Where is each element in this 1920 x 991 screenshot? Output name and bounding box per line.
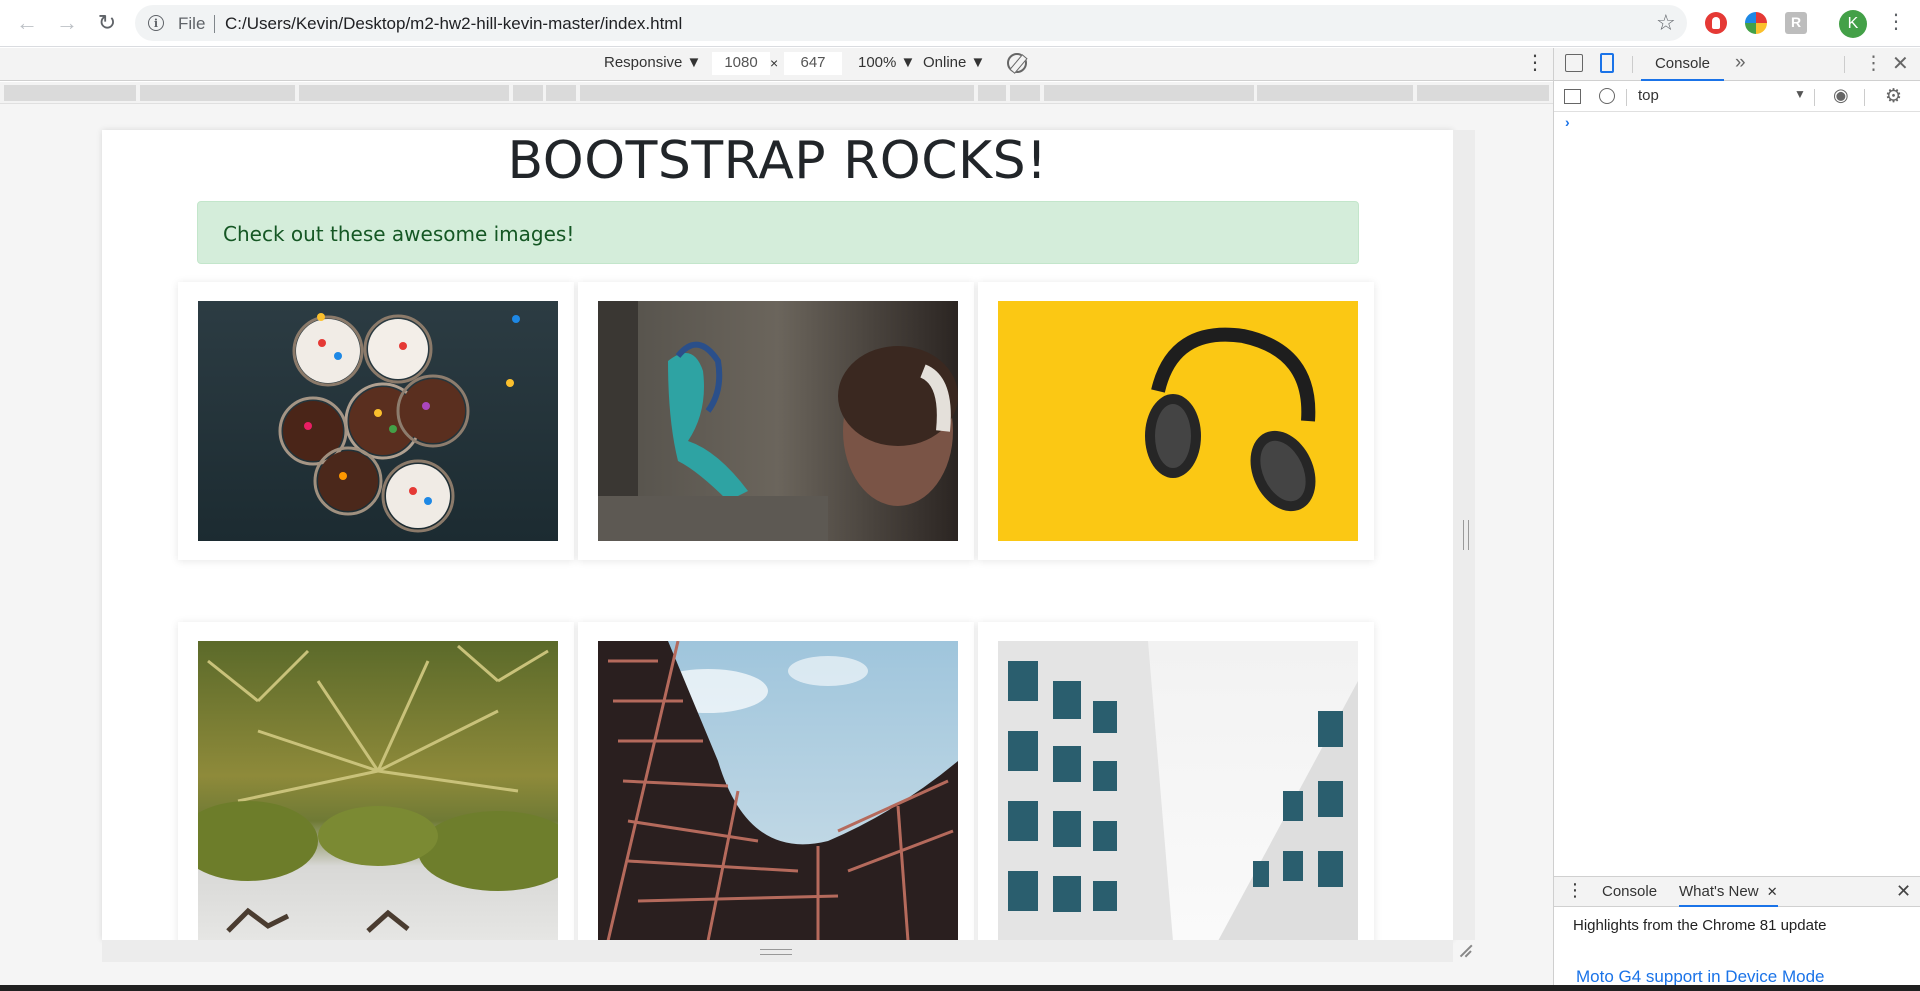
- devtools-tab-bar: Console » ⋮ ✕: [1554, 48, 1920, 81]
- media-query-segment[interactable]: [4, 85, 136, 101]
- media-query-segment[interactable]: [140, 85, 295, 101]
- device-toggle-icon[interactable]: [1600, 53, 1614, 73]
- taskbar-edge: [0, 985, 1920, 991]
- palms-image: [198, 641, 558, 940]
- eye-icon[interactable]: ◉: [1833, 85, 1849, 106]
- media-query-segment[interactable]: [1044, 85, 1254, 101]
- image-card: [978, 282, 1374, 560]
- profile-avatar[interactable]: K: [1839, 10, 1867, 38]
- height-input[interactable]: 647: [784, 52, 842, 75]
- forward-arrow-icon[interactable]: →: [53, 9, 81, 37]
- settings-icon[interactable]: ⚙: [1885, 85, 1902, 108]
- drawer-tab-bar: ⋮ Console What's New ✕ ✕: [1554, 877, 1920, 907]
- image-card: [578, 622, 974, 940]
- drawer-tab-console[interactable]: Console: [1602, 883, 1657, 900]
- media-query-segment[interactable]: [1010, 85, 1040, 101]
- building-curve-illustration: [598, 641, 958, 940]
- viewport-bottom-resize-handle[interactable]: [102, 940, 1453, 962]
- headphones-illustration: [1145, 327, 1316, 512]
- cupcakes-image: [198, 301, 558, 541]
- viewport-corner-resize-handle[interactable]: [1456, 943, 1472, 959]
- url-scheme: File: [178, 14, 206, 33]
- building-curve-image: [598, 641, 958, 940]
- rotate-icon[interactable]: [1007, 53, 1027, 73]
- devtools-drawer: ⋮ Console What's New ✕ ✕ Highlights from…: [1554, 876, 1920, 991]
- drawer-menu-icon[interactable]: ⋮: [1566, 880, 1584, 901]
- dimension-times: ×: [770, 55, 779, 71]
- color-extension-icon[interactable]: [1745, 12, 1767, 34]
- drawer-tab-whats-new[interactable]: What's New ✕: [1679, 883, 1778, 907]
- clear-icon[interactable]: [1599, 88, 1615, 104]
- close-icon[interactable]: ✕: [1767, 884, 1778, 899]
- reload-icon[interactable]: ↻: [93, 9, 121, 37]
- star-icon[interactable]: ☆: [1656, 10, 1676, 36]
- url-separator: [214, 15, 215, 33]
- media-query-bar: [0, 82, 1553, 104]
- browser-window: ← → ↻ i File C:/Users/Kevin/Desktop/m2-h…: [0, 0, 1920, 991]
- address-bar[interactable]: i File C:/Users/Kevin/Desktop/m2-hw2-hil…: [135, 5, 1687, 41]
- graffiti-illustration: [598, 301, 958, 541]
- context-select[interactable]: top: [1638, 87, 1798, 107]
- network-throttle-select[interactable]: Online ▼: [923, 54, 985, 71]
- toolbar-separator: [1626, 89, 1627, 106]
- url-text[interactable]: C:/Users/Kevin/Desktop/m2-hw2-hill-kevin…: [225, 14, 682, 34]
- device-select[interactable]: Responsive ▼: [604, 54, 701, 71]
- palms-illustration: [198, 644, 558, 933]
- media-query-segment[interactable]: [546, 85, 576, 101]
- info-icon[interactable]: i: [148, 15, 164, 31]
- device-toolbar-menu-icon[interactable]: ⋮: [1525, 50, 1545, 75]
- more-tabs-icon[interactable]: »: [1735, 52, 1746, 74]
- page-title: BOOTSTRAP ROCKS!: [507, 131, 1048, 191]
- page-viewport: BOOTSTRAP ROCKS! Check out these awesome…: [102, 130, 1453, 940]
- toolbar-separator: [1844, 56, 1845, 73]
- media-query-segment[interactable]: [1257, 85, 1413, 101]
- cupcakes-illustration: [278, 313, 520, 533]
- tab-console[interactable]: Console: [1641, 48, 1724, 81]
- building-perspective-illustration: [998, 641, 1358, 940]
- extension-icon[interactable]: [1785, 12, 1807, 34]
- drawer-tab-whats-new-label: What's New: [1679, 883, 1759, 900]
- back-arrow-icon[interactable]: ←: [13, 9, 41, 37]
- inspect-icon[interactable]: [1565, 54, 1583, 72]
- building-perspective-image: [998, 641, 1358, 940]
- image-card: [178, 282, 574, 560]
- kebab-menu-icon[interactable]: ⋮: [1886, 12, 1906, 32]
- headphones-image: [998, 301, 1358, 541]
- width-input[interactable]: 1080: [712, 52, 770, 75]
- close-icon[interactable]: ✕: [1892, 51, 1909, 76]
- whats-new-link[interactable]: Moto G4 support in Device Mode: [1576, 967, 1825, 987]
- media-query-segment[interactable]: [513, 85, 543, 101]
- media-query-segment[interactable]: [978, 85, 1006, 101]
- console-toolbar: top ▼ ◉ ⚙: [1554, 82, 1920, 112]
- console-prompt[interactable]: ›: [1565, 114, 1570, 130]
- media-query-segment[interactable]: [1417, 85, 1549, 101]
- whats-new-heading: Highlights from the Chrome 81 update: [1573, 917, 1827, 934]
- toolbar-separator: [1632, 56, 1633, 73]
- image-card: [178, 622, 574, 940]
- image-card: [578, 282, 974, 560]
- media-query-segment[interactable]: [580, 85, 974, 101]
- device-viewport-area: BOOTSTRAP ROCKS! Check out these awesome…: [0, 104, 1553, 991]
- adblock-extension-icon[interactable]: [1705, 12, 1727, 34]
- device-toolbar: Responsive ▼ 1080 × 647 100% ▼ Online ▼ …: [0, 48, 1553, 81]
- close-icon[interactable]: ✕: [1896, 881, 1911, 902]
- image-card: [978, 622, 1374, 940]
- toolbar-separator: [1864, 89, 1865, 106]
- zoom-select[interactable]: 100% ▼: [858, 54, 915, 71]
- devtools-menu-icon[interactable]: ⋮: [1864, 52, 1883, 75]
- toolbar-separator: [1814, 89, 1815, 106]
- sidebar-icon[interactable]: [1564, 89, 1581, 104]
- graffiti-image: [598, 301, 958, 541]
- viewport-right-resize-handle[interactable]: [1453, 130, 1475, 940]
- success-alert: Check out these awesome images!: [197, 201, 1359, 264]
- browser-toolbar: ← → ↻ i File C:/Users/Kevin/Desktop/m2-h…: [0, 0, 1920, 47]
- media-query-segment[interactable]: [299, 85, 509, 101]
- devtools-panel: Console » ⋮ ✕ top ▼ ◉ ⚙ › ⋮ Console What…: [1553, 48, 1920, 991]
- chevron-down-icon[interactable]: ▼: [1794, 87, 1806, 101]
